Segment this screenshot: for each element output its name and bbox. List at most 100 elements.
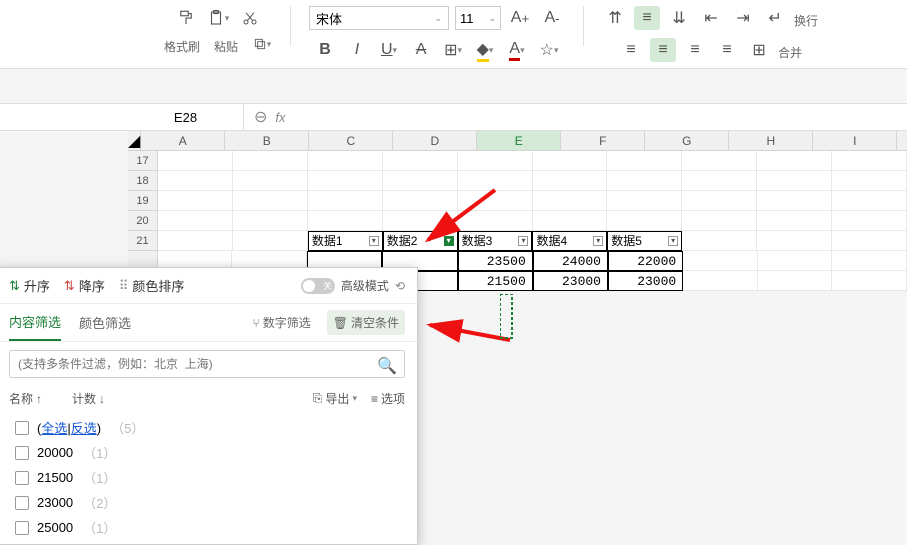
data-cell[interactable]: 21500 bbox=[458, 271, 533, 291]
cell[interactable] bbox=[533, 211, 608, 231]
strike-icon[interactable]: A bbox=[408, 38, 434, 62]
column-header[interactable]: B bbox=[225, 131, 309, 151]
sort-color-button[interactable]: ⠿颜色排序 bbox=[119, 276, 185, 295]
cell[interactable] bbox=[757, 171, 832, 191]
cell[interactable] bbox=[458, 211, 533, 231]
table-header-cell[interactable]: 数据1▾ bbox=[308, 231, 383, 251]
filter-item[interactable]: 21500（1） bbox=[9, 465, 405, 490]
cut-icon[interactable] bbox=[237, 6, 263, 30]
row-header[interactable]: 20 bbox=[128, 211, 158, 231]
column-header[interactable]: H bbox=[729, 131, 813, 151]
cell[interactable] bbox=[308, 211, 383, 231]
data-cell[interactable]: 23000 bbox=[533, 271, 608, 291]
checkbox[interactable] bbox=[15, 471, 29, 485]
cell[interactable] bbox=[533, 191, 608, 211]
refresh-icon[interactable]: ⟲ bbox=[395, 279, 405, 293]
filter-item[interactable]: 25000（1） bbox=[9, 515, 405, 540]
align-top-icon[interactable]: ⇈ bbox=[602, 6, 628, 30]
cell[interactable] bbox=[832, 191, 907, 211]
sort-desc-button[interactable]: ⇅降序 bbox=[64, 276, 105, 295]
indent-left-icon[interactable]: ⇤ bbox=[698, 6, 724, 30]
cell[interactable] bbox=[158, 231, 233, 251]
column-header[interactable]: D bbox=[393, 131, 477, 151]
cell[interactable] bbox=[682, 171, 757, 191]
bold-icon[interactable]: B bbox=[312, 38, 338, 62]
cell[interactable] bbox=[607, 151, 682, 171]
export-button[interactable]: ⎘ 导出▾ bbox=[313, 390, 357, 407]
cell[interactable] bbox=[233, 171, 308, 191]
effects-icon[interactable]: ☆▾ bbox=[536, 38, 562, 62]
cell[interactable] bbox=[383, 191, 458, 211]
cell[interactable] bbox=[757, 231, 832, 251]
row-header[interactable]: 19 bbox=[128, 191, 158, 211]
select-all-link[interactable]: 全选 bbox=[41, 421, 67, 436]
cell[interactable] bbox=[383, 211, 458, 231]
cell[interactable] bbox=[758, 251, 833, 271]
tab-color-filter[interactable]: 颜色筛选 bbox=[79, 305, 131, 340]
cell[interactable] bbox=[607, 191, 682, 211]
cell[interactable] bbox=[233, 211, 308, 231]
cell[interactable] bbox=[832, 171, 907, 191]
cell[interactable] bbox=[308, 191, 383, 211]
clear-filter-button[interactable]: 🗑清空条件 bbox=[327, 310, 405, 335]
cell[interactable] bbox=[533, 151, 608, 171]
wrap-text-icon[interactable]: ↵ bbox=[762, 6, 788, 30]
row-header[interactable]: 18 bbox=[128, 171, 158, 191]
align-left-icon[interactable]: ≡ bbox=[618, 38, 644, 62]
data-cell[interactable]: 22000 bbox=[608, 251, 683, 271]
cell[interactable] bbox=[683, 251, 758, 271]
table-header-cell[interactable]: 数据5▾ bbox=[607, 231, 682, 251]
options-button[interactable]: ≡ 选项 bbox=[371, 390, 405, 407]
align-center-icon[interactable]: ≡ bbox=[650, 38, 676, 62]
cell[interactable] bbox=[832, 231, 907, 251]
indent-right-icon[interactable]: ⇥ bbox=[730, 6, 756, 30]
cell[interactable] bbox=[158, 151, 233, 171]
cell[interactable] bbox=[233, 151, 308, 171]
cell[interactable] bbox=[533, 171, 608, 191]
cell[interactable] bbox=[832, 251, 907, 271]
align-bottom-icon[interactable]: ⇊ bbox=[666, 6, 692, 30]
cell[interactable] bbox=[158, 211, 233, 231]
align-middle-icon[interactable]: ≡ bbox=[634, 6, 660, 30]
zoom-icon[interactable]: ⊖ bbox=[254, 107, 267, 127]
merge-icon[interactable]: ⊞ bbox=[746, 38, 772, 62]
filter-dropdown-icon[interactable]: ▾ bbox=[593, 236, 603, 246]
column-header[interactable]: G bbox=[645, 131, 729, 151]
cell[interactable] bbox=[308, 151, 383, 171]
tab-content-filter[interactable]: 内容筛选 bbox=[9, 304, 61, 341]
column-header[interactable]: C bbox=[309, 131, 393, 151]
cell-reference[interactable]: E28 bbox=[128, 104, 244, 130]
number-filter-button[interactable]: ⑂数字筛选 bbox=[247, 310, 317, 335]
column-header[interactable]: A bbox=[141, 131, 225, 151]
table-header-cell[interactable]: 数据4▾ bbox=[532, 231, 607, 251]
filter-dropdown-icon[interactable]: ▾ bbox=[518, 236, 528, 246]
cell[interactable] bbox=[682, 151, 757, 171]
cell[interactable] bbox=[683, 271, 758, 291]
filter-dropdown-icon[interactable]: ▾ bbox=[668, 236, 678, 246]
data-cell[interactable]: 23000 bbox=[608, 271, 683, 291]
cell[interactable] bbox=[383, 151, 458, 171]
invert-link[interactable]: 反选 bbox=[71, 421, 97, 436]
column-header[interactable]: J bbox=[897, 131, 907, 151]
sort-asc-button[interactable]: ⇅升序 bbox=[9, 276, 50, 295]
filter-item[interactable]: 20000（1） bbox=[9, 440, 405, 465]
cell[interactable] bbox=[383, 171, 458, 191]
paste-icon[interactable]: ▾ bbox=[205, 6, 231, 30]
filter-select-all-row[interactable]: (全选|反选) （5） bbox=[9, 415, 405, 440]
row-header[interactable]: 21 bbox=[128, 231, 158, 251]
select-all-corner[interactable]: ◢ bbox=[128, 131, 141, 151]
fill-color-icon[interactable]: ◆▾ bbox=[472, 38, 498, 62]
border-icon[interactable]: ⊞▾ bbox=[440, 38, 466, 62]
cell[interactable] bbox=[682, 191, 757, 211]
advanced-toggle[interactable]: 关 bbox=[301, 278, 335, 294]
row-header[interactable]: 17 bbox=[128, 151, 158, 171]
filter-item[interactable]: 23000（2） bbox=[9, 490, 405, 515]
cell[interactable] bbox=[308, 171, 383, 191]
font-color-icon[interactable]: A▾ bbox=[504, 38, 530, 62]
cell[interactable] bbox=[233, 231, 308, 251]
copy-icon[interactable]: ▾ bbox=[252, 32, 272, 56]
cell[interactable] bbox=[682, 211, 757, 231]
format-painter-icon[interactable] bbox=[173, 6, 199, 30]
table-header-cell[interactable]: 数据2▾ bbox=[383, 231, 458, 251]
justify-icon[interactable]: ≡ bbox=[714, 38, 740, 62]
